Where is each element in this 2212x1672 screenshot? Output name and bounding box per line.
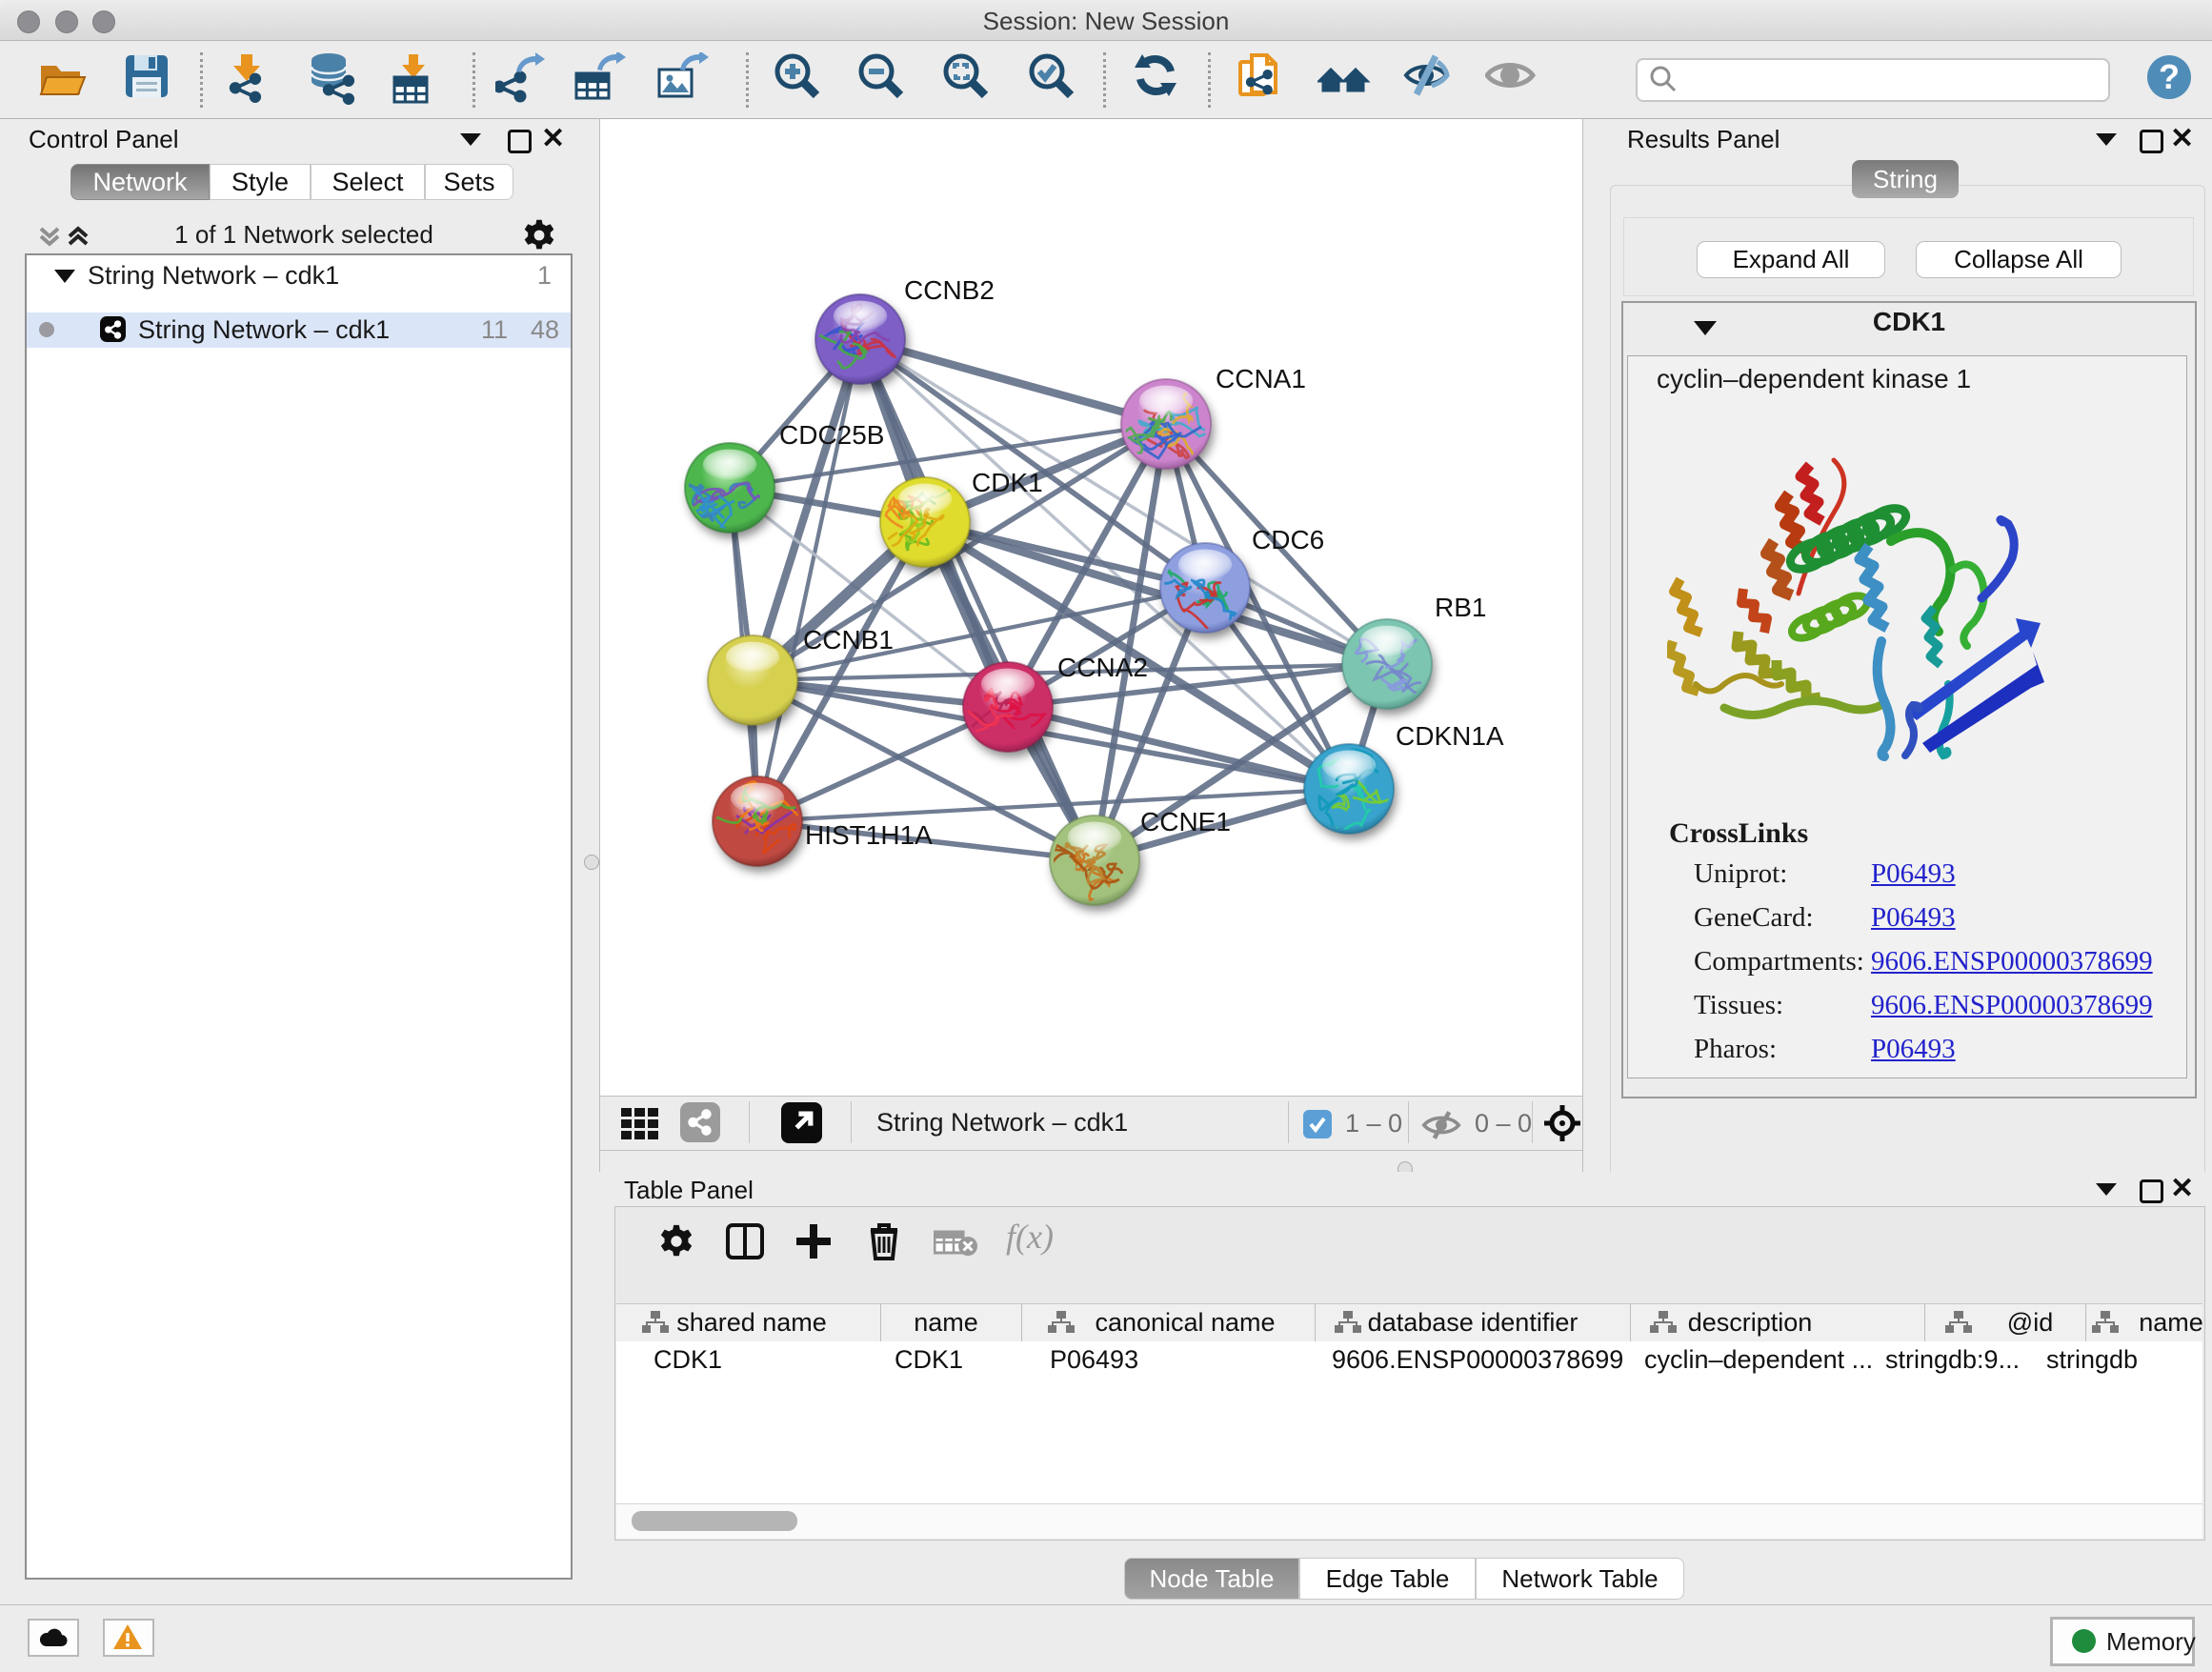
svg-text:CCNB2: CCNB2 [904, 275, 995, 305]
svg-text:CCNA1: CCNA1 [1216, 364, 1306, 393]
svg-text:CDKN1A: CDKN1A [1396, 721, 1504, 751]
svg-text:CDC6: CDC6 [1252, 525, 1324, 554]
svg-text:CCNA2: CCNA2 [1057, 653, 1148, 682]
svg-text:RB1: RB1 [1435, 593, 1486, 622]
svg-text:CCNB1: CCNB1 [803, 625, 894, 655]
svg-text:CDC25B: CDC25B [779, 420, 884, 450]
svg-text:CDK1: CDK1 [972, 468, 1043, 497]
svg-text:CCNE1: CCNE1 [1140, 807, 1231, 836]
svg-text:HIST1H1A: HIST1H1A [805, 820, 933, 850]
svg-text:?: ? [2159, 57, 2180, 96]
